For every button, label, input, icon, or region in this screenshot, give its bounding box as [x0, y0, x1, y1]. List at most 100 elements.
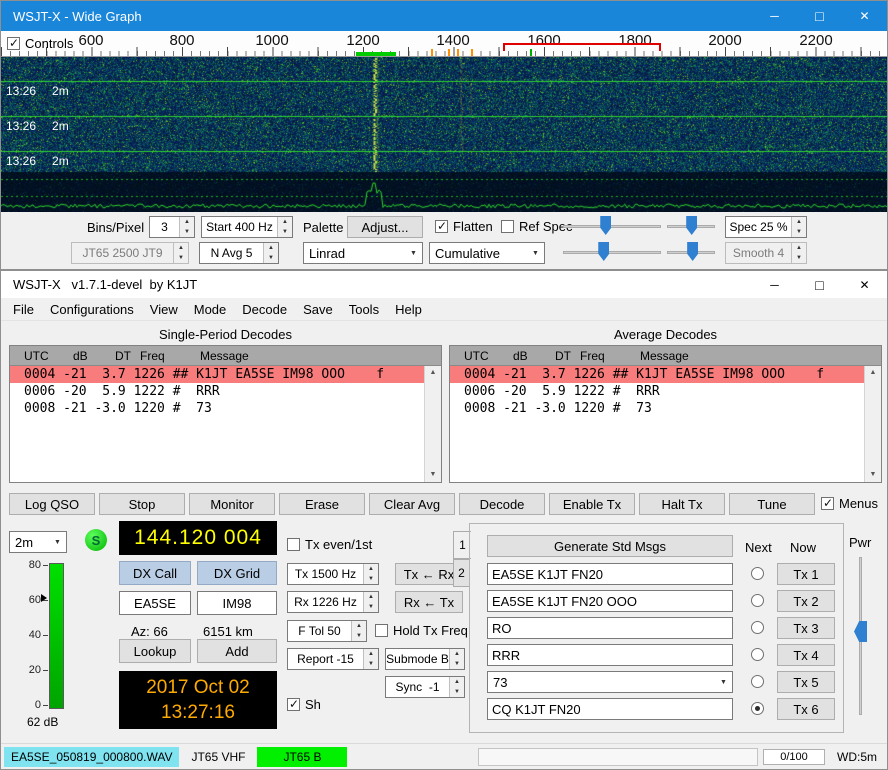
tx5-next-radio[interactable] [751, 675, 764, 688]
f-tol-spinbox[interactable]: F Tol 50 ▲▼ [287, 620, 367, 642]
menu-save[interactable]: Save [295, 299, 341, 320]
tx1-now-button[interactable]: Tx 1 [777, 563, 835, 585]
slider-handle[interactable] [687, 242, 698, 261]
slider-handle[interactable] [598, 242, 609, 261]
tx3-next-radio[interactable] [751, 621, 764, 634]
spin-arrows-icon[interactable]: ▲▼ [277, 217, 292, 237]
spin-arrows-icon[interactable]: ▲▼ [363, 649, 378, 669]
scrollbar[interactable]: ▲▼ [424, 366, 441, 482]
smooth-spinbox[interactable]: Smooth 4 ▲▼ [725, 242, 807, 264]
flatten-checkbox[interactable]: Flatten [435, 219, 493, 234]
decode-row[interactable]: 0004 -21 3.7 1226 ## K1JT EA5SE IM98 OOO… [450, 366, 864, 383]
ref-spec-checkbox[interactable]: Ref Spec [501, 219, 572, 234]
dx-grid-input[interactable] [197, 591, 277, 615]
adjust-palette-button[interactable]: Adjust... [347, 216, 423, 238]
spin-arrows-icon[interactable]: ▲▼ [363, 592, 378, 612]
waterfall-display[interactable]: 13:26 2m 13:26 2m 13:26 2m [1, 57, 887, 212]
tx3-now-button[interactable]: Tx 3 [777, 617, 835, 639]
spin-arrows-icon[interactable]: ▲▼ [351, 621, 366, 641]
tx-even-checkbox[interactable]: Tx even/1st [287, 537, 372, 552]
scroll-up-icon[interactable]: ▲ [865, 366, 881, 380]
menu-file[interactable]: File [5, 299, 42, 320]
tx6-next-radio[interactable] [751, 702, 764, 715]
menu-help[interactable]: Help [387, 299, 430, 320]
menu-configurations[interactable]: Configurations [42, 299, 142, 320]
spin-arrows-icon[interactable]: ▲▼ [179, 217, 194, 237]
waterfall-zero-slider[interactable] [667, 216, 715, 236]
waterfall-gain-slider[interactable] [563, 216, 661, 236]
tune-button[interactable]: Tune [729, 493, 815, 515]
decode-row[interactable]: 0006 -20 5.9 1222 # RRR [450, 383, 864, 400]
n-avg-spinbox[interactable]: N Avg 5 ▲▼ [199, 242, 279, 264]
decode-row[interactable]: 0008 -21 -3.0 1220 # 73 [450, 400, 864, 417]
jt65-jt9-split-spinbox[interactable]: JT65 2500 JT9 ▲▼ [71, 242, 189, 264]
decode-row[interactable]: 0008 -21 -3.0 1220 # 73 [10, 400, 424, 417]
scroll-up-icon[interactable]: ▲ [425, 366, 441, 380]
decode-row[interactable]: 0006 -20 5.9 1222 # RRR [10, 383, 424, 400]
hold-tx-freq-checkbox[interactable]: Hold Tx Freq [375, 623, 468, 638]
sync-spinbox[interactable]: Sync -1 ▲▼ [385, 676, 465, 698]
spec-percent-spinbox[interactable]: Spec 25 % ▲▼ [725, 216, 807, 238]
clear-avg-button[interactable]: Clear Avg [369, 493, 455, 515]
maximize-icon[interactable]: □ [797, 271, 842, 298]
rx-freq-spinbox[interactable]: Rx 1226 Hz ▲▼ [287, 591, 379, 613]
stop-button[interactable]: Stop [99, 493, 185, 515]
tx2-message-input[interactable] [487, 590, 733, 612]
tx4-next-radio[interactable] [751, 648, 764, 661]
tx5-message-combobox[interactable]: 73 ▼ [487, 671, 733, 693]
spin-arrows-icon[interactable]: ▲▼ [791, 217, 806, 237]
wide-graph-titlebar[interactable]: WSJT-X - Wide Graph ─ □ ✕ [1, 1, 887, 31]
spin-arrows-icon[interactable]: ▲▼ [449, 677, 464, 697]
dx-grid-button[interactable]: DX Grid [197, 561, 277, 585]
scrollbar[interactable]: ▲▼ [864, 366, 881, 482]
enable-tx-button[interactable]: Enable Tx [549, 493, 635, 515]
tx2-now-button[interactable]: Tx 2 [777, 590, 835, 612]
tx3-message-input[interactable] [487, 617, 733, 639]
log-qso-button[interactable]: Log QSO [9, 493, 95, 515]
spectrum-zero-slider[interactable] [667, 242, 715, 262]
tx-freq-spinbox[interactable]: Tx 1500 Hz ▲▼ [287, 563, 379, 585]
slider-handle[interactable] [600, 216, 611, 235]
minimize-icon[interactable]: ─ [752, 1, 797, 31]
main-titlebar[interactable]: WSJT-X v1.7.1-devel by K1JT ─ □ ✕ [1, 271, 887, 298]
tx1-message-input[interactable] [487, 563, 733, 585]
spectrum-gain-slider[interactable] [563, 242, 661, 262]
menu-tools[interactable]: Tools [341, 299, 387, 320]
close-icon[interactable]: ✕ [842, 271, 887, 298]
close-icon[interactable]: ✕ [842, 1, 887, 31]
bins-pixel-spinbox[interactable]: 3 ▲▼ [149, 216, 195, 238]
maximize-icon[interactable]: □ [797, 1, 842, 31]
palette-combobox[interactable]: Linrad ▼ [303, 242, 423, 264]
tab-2[interactable]: 2 [453, 559, 470, 587]
submode-spinbox[interactable]: Submode B ▲▼ [385, 648, 465, 670]
dx-call-button[interactable]: DX Call [119, 561, 191, 585]
spin-arrows-icon[interactable]: ▲▼ [449, 649, 464, 669]
spin-arrows-icon[interactable]: ▲▼ [263, 243, 278, 263]
tx4-message-input[interactable] [487, 644, 733, 666]
pwr-slider-handle[interactable] [854, 621, 867, 642]
frequency-scale[interactable]: Controls 600 800 1000 1200 1400 1600 180… [1, 31, 887, 57]
spin-arrows-icon[interactable]: ▲▼ [363, 564, 378, 584]
decode-button[interactable]: Decode [459, 493, 545, 515]
report-spinbox[interactable]: Report -15 ▲▼ [287, 648, 379, 670]
menu-mode[interactable]: Mode [186, 299, 235, 320]
rx-from-tx-button[interactable]: Rx ← Tx [395, 591, 463, 613]
lookup-button[interactable]: Lookup [119, 639, 191, 663]
decode-row[interactable]: 0004 -21 3.7 1226 ## K1JT EA5SE IM98 OOO… [10, 366, 424, 383]
menus-checkbox[interactable]: Menus [821, 496, 878, 511]
pwr-slider[interactable] [853, 557, 867, 715]
tx4-now-button[interactable]: Tx 4 [777, 644, 835, 666]
spectrum-mode-combobox[interactable]: Cumulative ▼ [429, 242, 545, 264]
tx6-now-button[interactable]: Tx 6 [777, 698, 835, 720]
tx1-next-radio[interactable] [751, 567, 764, 580]
start-freq-spinbox[interactable]: Start 400 Hz ▲▼ [201, 216, 293, 238]
scroll-down-icon[interactable]: ▼ [865, 468, 881, 482]
tx5-now-button[interactable]: Tx 5 [777, 671, 835, 693]
halt-tx-button[interactable]: Halt Tx [639, 493, 725, 515]
tx2-next-radio[interactable] [751, 594, 764, 607]
sh-checkbox[interactable]: Sh [287, 697, 321, 712]
band-combobox[interactable]: 2m ▼ [9, 531, 67, 553]
erase-button[interactable]: Erase [279, 493, 365, 515]
slider-handle[interactable] [686, 216, 697, 235]
dx-call-input[interactable] [119, 591, 191, 615]
